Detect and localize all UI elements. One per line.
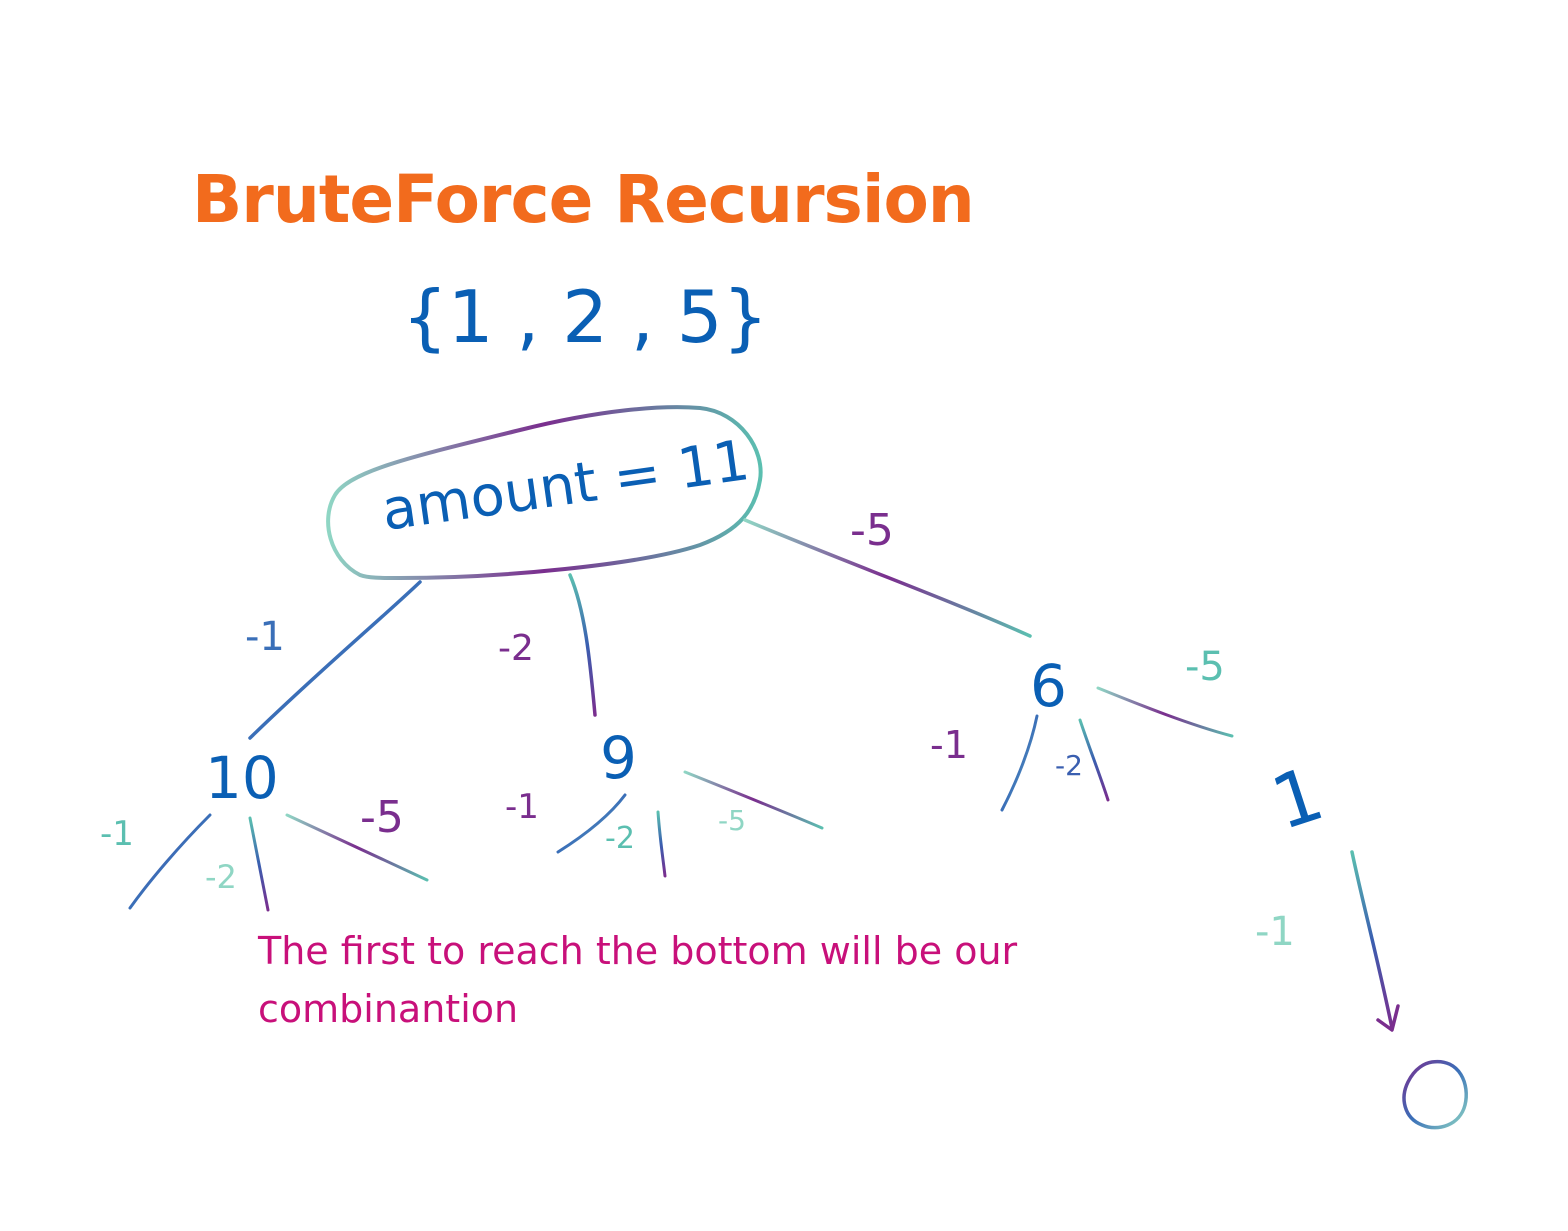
edge-label-10-a: -1 [100,814,134,854]
edge-1-to-0 [1350,850,1394,1030]
edge-label-6-b: -2 [1055,749,1083,782]
edge-9-b [656,810,667,878]
edge-10-b [248,816,270,912]
node-10: 10 [205,744,279,812]
edge-label-6-c: -5 [1185,644,1225,690]
diagram-title: BruteForce Recursion [192,161,974,238]
edge-label-1-a: -1 [1255,909,1295,955]
diagram-svg: BruteForce Recursion {1 , 2 , 5} amount … [100,161,1468,1130]
edge-root-to-9 [568,573,597,717]
edge-label-9-c: -5 [718,804,746,837]
edge-6-c [1096,686,1234,738]
edge-label-6-a: -1 [930,723,968,767]
whiteboard-canvas: BruteForce Recursion {1 , 2 , 5} amount … [0,0,1568,1231]
node-1: 1 [1262,751,1333,847]
root-node-label: amount = 11 [378,428,753,544]
edge-label-9-a: -1 [505,787,539,827]
coin-set-label: {1 , 2 , 5} [402,275,768,359]
node-0-circle [1402,1060,1468,1130]
edge-9-c [683,770,824,830]
node-6: 6 [1030,652,1067,720]
edge-10-a [128,813,212,910]
edge-label-10-b: -2 [205,858,237,896]
note-text: The first to reach the bottom will be ou… [258,929,1018,1031]
edge-10-c [285,813,429,882]
edge-label-root-to-10: -1 [245,614,285,660]
edge-label-10-c: -5 [360,792,404,843]
edge-6-a [1000,714,1039,812]
edge-6-b [1078,718,1110,802]
edge-label-9-b: -2 [605,821,635,856]
edge-root-to-10 [248,580,422,740]
node-9: 9 [600,724,637,792]
edge-label-root-to-9: -2 [498,628,534,669]
edge-label-root-to-6: -5 [850,505,894,556]
